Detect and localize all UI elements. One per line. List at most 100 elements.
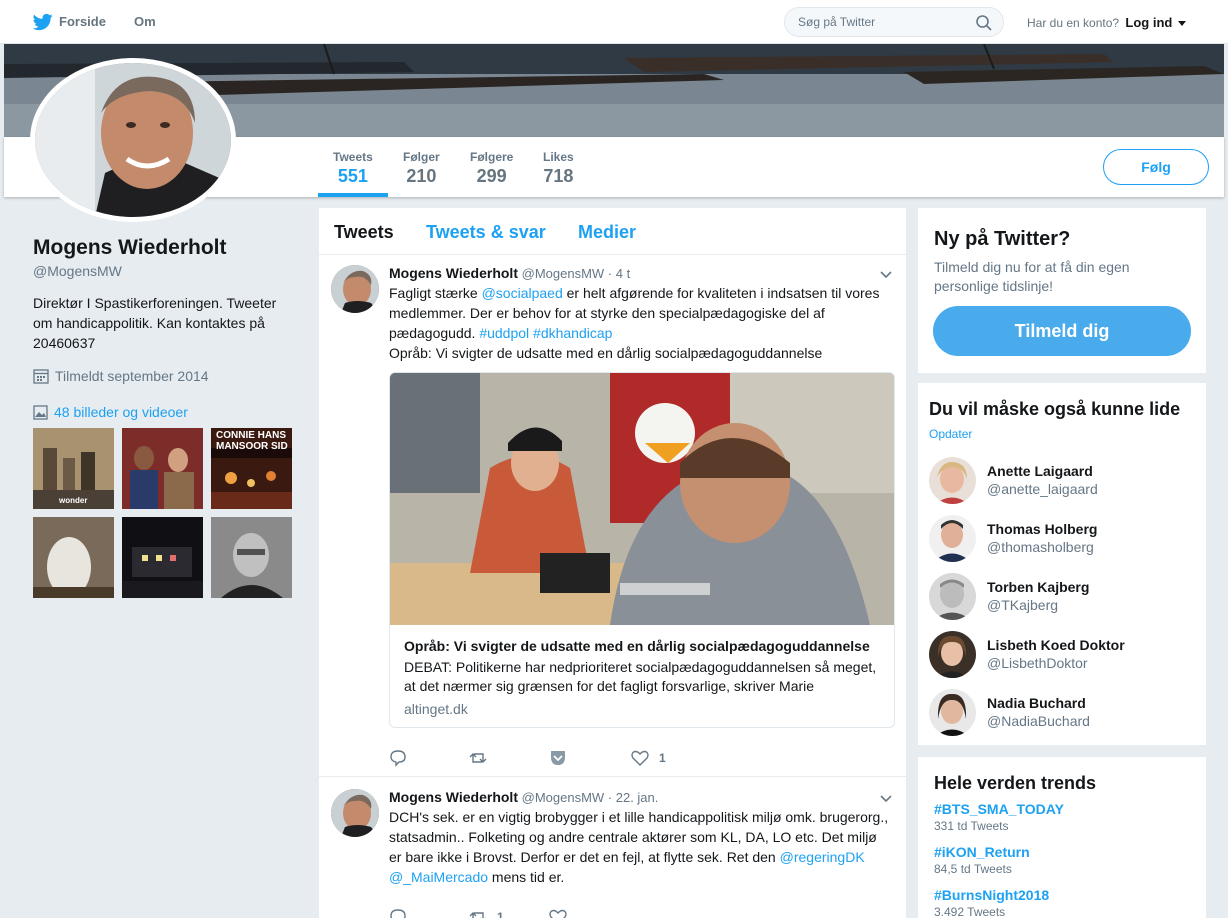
pocket-button[interactable] xyxy=(549,749,567,767)
tweet-avatar[interactable] xyxy=(331,789,379,837)
link-card[interactable]: Opråb: Vi svigter de udsatte med en dårl… xyxy=(389,372,895,728)
reply-button[interactable] xyxy=(389,749,407,767)
trend-tag[interactable]: #BTS_SMA_TODAY xyxy=(934,801,1064,817)
photos-videos-link[interactable]: 48 billeder og videoer xyxy=(33,404,188,420)
trend-item[interactable]: #iKON_Return 84,5 td Tweets xyxy=(934,844,1030,876)
login-link[interactable]: Log ind xyxy=(1125,15,1172,30)
tweet-actions: 1 xyxy=(389,908,789,918)
user-handle: @thomasholberg xyxy=(987,539,1094,555)
photo-thumb[interactable] xyxy=(122,517,203,598)
mention-link[interactable]: @_MaiMercado xyxy=(389,869,488,885)
like-button[interactable] xyxy=(549,908,577,918)
joined-date: Tilmeldt september 2014 xyxy=(33,368,209,384)
retweet-icon xyxy=(469,753,487,763)
suggested-user[interactable]: Anette Laigaard @anette_laigaard xyxy=(929,457,1199,505)
heart-icon xyxy=(631,750,649,766)
user-name: Anette Laigaard xyxy=(987,463,1093,479)
user-handle: @anette_laigaard xyxy=(987,481,1098,497)
mention-link[interactable]: @socialpaed xyxy=(482,285,563,301)
chevron-down-icon[interactable] xyxy=(880,271,892,279)
suggested-user[interactable]: Nadia Buchard @NadiaBuchard xyxy=(929,689,1199,737)
user-name: Nadia Buchard xyxy=(987,695,1086,711)
tweet-time[interactable]: · 22. jan. xyxy=(608,790,659,805)
trend-count: 84,5 td Tweets xyxy=(934,862,1012,876)
tweet-author-name[interactable]: Mogens Wiederholt xyxy=(389,789,518,805)
like-button[interactable]: 1 xyxy=(631,749,666,767)
suggested-user[interactable]: Thomas Holberg @thomasholberg xyxy=(929,515,1199,563)
photo-thumb[interactable]: wonder xyxy=(33,428,114,509)
photo-thumb[interactable]: CONNIE HANS MANSOOR SID xyxy=(211,428,292,509)
tab-media[interactable]: Medier xyxy=(578,222,636,243)
tweet[interactable]: Mogens Wiederholt @MogensMW · 22. jan. D… xyxy=(319,777,906,918)
signup-text: Tilmeld dig nu for at få din egen person… xyxy=(934,259,1130,294)
suggested-user[interactable]: Torben Kajberg @TKajberg xyxy=(929,573,1199,621)
hashtag-link[interactable]: #uddpol xyxy=(479,325,529,341)
login-area: Har du en konto? Log ind xyxy=(1027,15,1186,30)
user-avatar[interactable] xyxy=(929,573,976,620)
stat-following[interactable]: Følger 210 xyxy=(403,150,440,187)
reply-button[interactable] xyxy=(389,908,407,918)
user-handle: @LisbethDoktor xyxy=(987,655,1088,671)
search-input[interactable]: Søg på Twitter xyxy=(784,7,1004,37)
stat-followers[interactable]: Følgere 299 xyxy=(470,150,513,187)
stat-value: 299 xyxy=(476,166,507,186)
user-avatar[interactable] xyxy=(929,457,976,504)
photo-thumb[interactable] xyxy=(211,517,292,598)
tweet-avatar[interactable] xyxy=(331,265,379,313)
tweet-time[interactable]: · 4 t xyxy=(608,266,630,281)
twitter-bird-icon[interactable] xyxy=(33,12,53,32)
user-name: Lisbeth Koed Doktor xyxy=(987,637,1125,653)
search-placeholder: Søg på Twitter xyxy=(798,15,876,29)
stat-likes[interactable]: Likes 718 xyxy=(543,150,574,187)
tweet-text: DCH's sek. er en vigtig brobygger i et l… xyxy=(389,807,889,887)
photo-thumb[interactable] xyxy=(122,428,203,509)
retweet-button[interactable] xyxy=(469,749,497,767)
trend-item[interactable]: #BurnsNight2018 3.492 Tweets xyxy=(934,887,1049,918)
card-domain: altinget.dk xyxy=(404,701,468,717)
tweet-header: Mogens Wiederholt @MogensMW · 22. jan. xyxy=(389,789,658,805)
thumb-caption: wonder xyxy=(59,496,88,505)
chevron-down-icon[interactable] xyxy=(880,795,892,803)
tweet-text: Fagligt stærke @socialpaed er helt afgør… xyxy=(389,283,889,363)
nav-about-link[interactable]: Om xyxy=(134,12,156,32)
user-avatar[interactable] xyxy=(929,689,976,736)
tweet-author-handle[interactable]: @MogensMW xyxy=(522,266,605,281)
timeline-tabs: Tweets Tweets & svar Medier xyxy=(319,208,906,255)
trend-item[interactable]: #BTS_SMA_TODAY 331 td Tweets xyxy=(934,801,1064,833)
timeline: Tweets Tweets & svar Medier Mogens Wiede… xyxy=(319,208,906,918)
follow-button[interactable]: Følg xyxy=(1103,149,1209,185)
profile-avatar[interactable] xyxy=(30,58,236,222)
search-icon[interactable] xyxy=(975,14,993,32)
tweet-author-name[interactable]: Mogens Wiederholt xyxy=(389,265,518,281)
nav-home-link[interactable]: Forside xyxy=(59,12,106,32)
tweet-text-part: Fagligt stærke xyxy=(389,285,482,301)
hashtag-link[interactable]: #dkhandicap xyxy=(533,325,612,341)
who-to-follow-title: Du vil måske også kunne lide xyxy=(929,399,1181,419)
user-avatar[interactable] xyxy=(929,515,976,562)
user-avatar[interactable] xyxy=(929,631,976,678)
trend-tag[interactable]: #BurnsNight2018 xyxy=(934,887,1049,903)
chevron-down-icon[interactable] xyxy=(1177,21,1186,27)
signup-button[interactable]: Tilmeld dig xyxy=(933,306,1191,356)
signup-title: Ny på Twitter? xyxy=(934,228,1071,250)
mention-link[interactable]: @regeringDK xyxy=(780,849,865,865)
tab-tweets-replies[interactable]: Tweets & svar xyxy=(426,222,546,243)
user-handle: @NadiaBuchard xyxy=(987,713,1090,729)
photo-thumb[interactable] xyxy=(33,517,114,598)
profile-name: Mogens Wiederholt xyxy=(33,236,227,259)
stat-label: Følgere xyxy=(470,150,514,164)
image-icon xyxy=(33,404,48,420)
stat-tweets[interactable]: Tweets 551 xyxy=(318,150,388,197)
stat-value: 210 xyxy=(406,166,437,186)
tweet[interactable]: Mogens Wiederholt @MogensMW · 4 t Faglig… xyxy=(319,255,906,777)
profile-bio: Direktør I Spastikerforeningen. Tweeter … xyxy=(33,295,277,351)
retweet-count: 1 xyxy=(497,910,504,918)
refresh-link[interactable]: Opdater xyxy=(929,427,972,441)
tweet-author-handle[interactable]: @MogensMW xyxy=(522,790,605,805)
tab-tweets[interactable]: Tweets xyxy=(334,222,394,243)
pocket-icon xyxy=(551,751,565,765)
suggested-user[interactable]: Lisbeth Koed Doktor @LisbethDoktor xyxy=(929,631,1199,679)
retweet-button[interactable]: 1 xyxy=(469,908,504,918)
reply-icon xyxy=(390,750,406,767)
trend-tag[interactable]: #iKON_Return xyxy=(934,844,1030,860)
